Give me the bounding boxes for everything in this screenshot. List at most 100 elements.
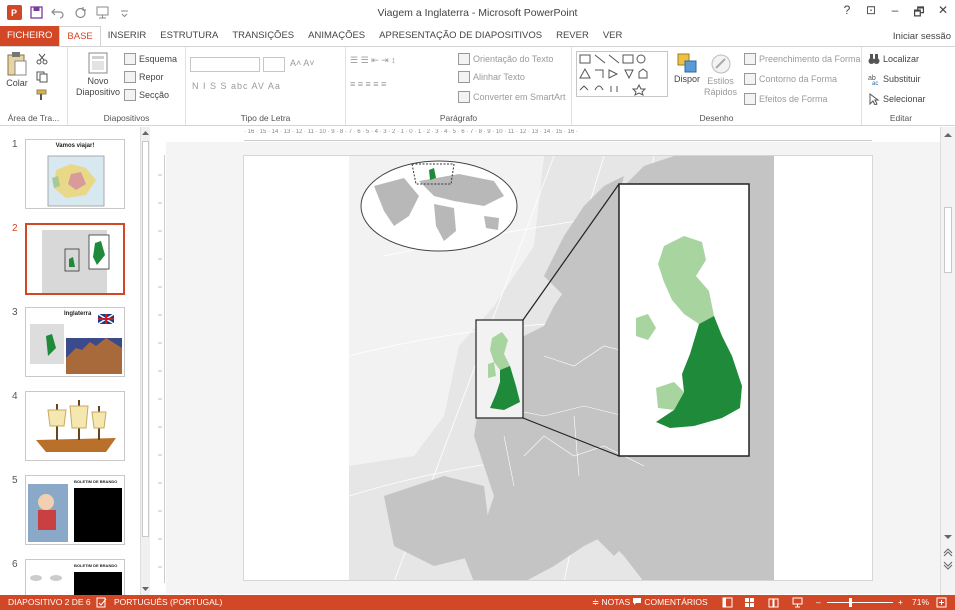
shape-outline-icon — [744, 73, 756, 85]
sign-in-link[interactable]: Iniciar sessão — [893, 31, 951, 42]
undo-icon[interactable] — [50, 4, 66, 20]
cut-icon[interactable] — [36, 53, 48, 65]
slide-thumbnail-4[interactable] — [25, 391, 125, 461]
editing-group: Localizar ab ac Substituir Selecionar Edi… — [862, 47, 940, 125]
font-family-select[interactable] — [190, 57, 260, 72]
thumbnail-scroll-thumb[interactable] — [142, 141, 149, 537]
next-slide-icon[interactable] — [941, 561, 955, 571]
shapes-gallery[interactable] — [576, 51, 668, 97]
select-label: Selecionar — [883, 94, 926, 104]
tab-transitions[interactable]: TRANSIÇÕES — [225, 26, 301, 46]
shape-outline-button[interactable]: Contorno da Forma — [744, 73, 837, 85]
font-group-label: Tipo de Letra — [240, 113, 291, 123]
redo-icon[interactable] — [72, 4, 88, 20]
layout-button[interactable]: Esquema — [124, 53, 177, 65]
reading-view-icon[interactable] — [768, 597, 779, 610]
scroll-up-icon[interactable] — [941, 130, 955, 140]
fit-to-window-icon[interactable] — [936, 597, 947, 610]
replace-button[interactable]: ab ac Substituir — [868, 73, 921, 85]
shape-fill-button[interactable]: Preenchimento da Forma — [744, 53, 861, 65]
zoom-slider-track[interactable] — [827, 598, 893, 607]
shape-outline-label: Contorno da Forma — [759, 74, 838, 84]
tab-animations[interactable]: ANIMAÇÕES — [301, 26, 372, 46]
arrange-icon — [677, 53, 697, 73]
tab-slideshow[interactable]: APRESENTAÇÃO DE DIAPOSITIVOS — [372, 26, 549, 46]
slide-thumbnail-1[interactable]: Vamos viajar! — [25, 139, 125, 209]
cursor-icon — [869, 93, 880, 105]
title-bar: P Viagem a Inglaterra - Microsoft PowerP… — [0, 0, 955, 26]
find-button[interactable]: Localizar — [868, 53, 919, 65]
text-direction-button[interactable]: Orientação do Texto — [458, 53, 553, 65]
previous-slide-icon[interactable] — [941, 547, 955, 557]
scroll-down-icon[interactable] — [941, 532, 955, 542]
reset-button[interactable]: Repor — [124, 71, 164, 83]
vertical-ruler-ticks — [158, 174, 162, 568]
align-text-button[interactable]: Alinhar Texto — [458, 71, 525, 83]
normal-view-icon[interactable] — [722, 597, 733, 610]
zoom-level[interactable]: 71% — [912, 597, 929, 607]
slide-thumbnail-3[interactable]: Inglaterra — [25, 307, 125, 377]
editing-scroll-thumb[interactable] — [944, 207, 952, 273]
thumbnail-title: Inglaterra — [64, 311, 92, 317]
tab-insert[interactable]: INSERIR — [101, 26, 154, 46]
shape-effects-button[interactable]: Efeitos de Forma — [744, 93, 828, 105]
replace-icon: abac — [868, 75, 878, 85]
align-buttons[interactable]: ≡ ≡ ≡ ≡ ≡ — [350, 79, 386, 89]
drawing-group-label: Desenho — [699, 113, 734, 123]
customize-qat-icon[interactable] — [116, 4, 132, 20]
font-size-select[interactable] — [263, 57, 285, 72]
slide-thumbnail-2[interactable] — [25, 223, 125, 295]
smartart-button[interactable]: Converter em SmartArt — [458, 91, 566, 103]
tab-review[interactable]: REVER — [549, 26, 596, 46]
spelling-icon[interactable] — [96, 597, 107, 610]
section-button[interactable]: Secção — [124, 89, 169, 101]
arrange-button[interactable]: Dispor — [674, 53, 700, 84]
save-icon[interactable] — [28, 4, 44, 20]
notes-button[interactable]: ≑ NOTAS — [592, 597, 630, 608]
format-painter-icon[interactable] — [36, 89, 48, 101]
comments-button[interactable]: COMENTÁRIOS — [632, 597, 708, 607]
select-button[interactable]: Selecionar — [868, 93, 926, 105]
font-format-buttons[interactable]: N I S S abc AV Aa — [192, 81, 281, 91]
zoom-in-button[interactable]: + — [898, 597, 903, 607]
shape-effects-label: Efeitos de Forma — [759, 94, 828, 104]
uk-location-map — [348, 156, 775, 580]
zoom-out-button[interactable]: – — [816, 597, 821, 607]
layout-label: Esquema — [139, 54, 178, 64]
status-bar: DIAPOSITIVO 2 DE 6 PORTUGUÊS (PORTUGAL) … — [0, 595, 955, 610]
slide-sorter-icon[interactable] — [744, 597, 755, 610]
start-slideshow-icon[interactable] — [94, 4, 110, 20]
new-slide-button[interactable]: Novo Diapositivo — [76, 51, 120, 97]
slideshow-view-icon[interactable] — [792, 597, 803, 610]
slide-thumbnail-6[interactable]: BOLETIM DE BRANDO — [25, 559, 125, 595]
copy-icon[interactable] — [36, 71, 48, 83]
thumbnail-scrollbar[interactable] — [140, 127, 150, 595]
help-button[interactable]: ? — [841, 3, 853, 24]
tab-view[interactable]: VER — [596, 26, 630, 46]
thumbnail-title: BOLETIM DE BRANDO — [74, 479, 118, 484]
quick-styles-label-1: Estilos — [707, 76, 734, 86]
current-slide[interactable] — [243, 155, 873, 581]
ribbon-display-options-button[interactable]: ⊡ — [865, 3, 877, 24]
tab-file[interactable]: FICHEIRO — [0, 26, 60, 46]
close-button[interactable]: ✕ — [937, 3, 949, 24]
editing-scrollbar[interactable] — [940, 127, 955, 595]
scroll-up-icon[interactable] — [141, 129, 150, 137]
slide-thumbnail-5[interactable]: BOLETIM DE BRANDO — [25, 475, 125, 545]
smartart-label: Converter em SmartArt — [473, 92, 566, 102]
paste-button[interactable]: Colar — [6, 51, 28, 88]
list-buttons[interactable]: ☰ ☰ ⇤ ⇥ ↕ — [350, 55, 396, 66]
vertical-ruler — [155, 155, 165, 583]
tab-home[interactable]: BASE — [59, 26, 101, 46]
quick-styles-button[interactable]: Estilos Rápidos — [704, 53, 737, 97]
language-indicator[interactable]: PORTUGUÊS (PORTUGAL) — [114, 597, 222, 607]
reset-icon — [124, 71, 136, 83]
restore-button[interactable]: 🗗 — [913, 3, 925, 24]
slide-number: 6 — [12, 559, 18, 570]
grow-font-icon[interactable]: A˄ A˅ — [290, 58, 315, 68]
scroll-down-icon[interactable] — [141, 585, 150, 593]
tab-design[interactable]: ESTRUTURA — [153, 26, 225, 46]
minimize-button[interactable]: – — [889, 3, 901, 24]
quick-access-toolbar: P — [6, 4, 132, 20]
zoom-slider-thumb[interactable] — [849, 598, 853, 607]
